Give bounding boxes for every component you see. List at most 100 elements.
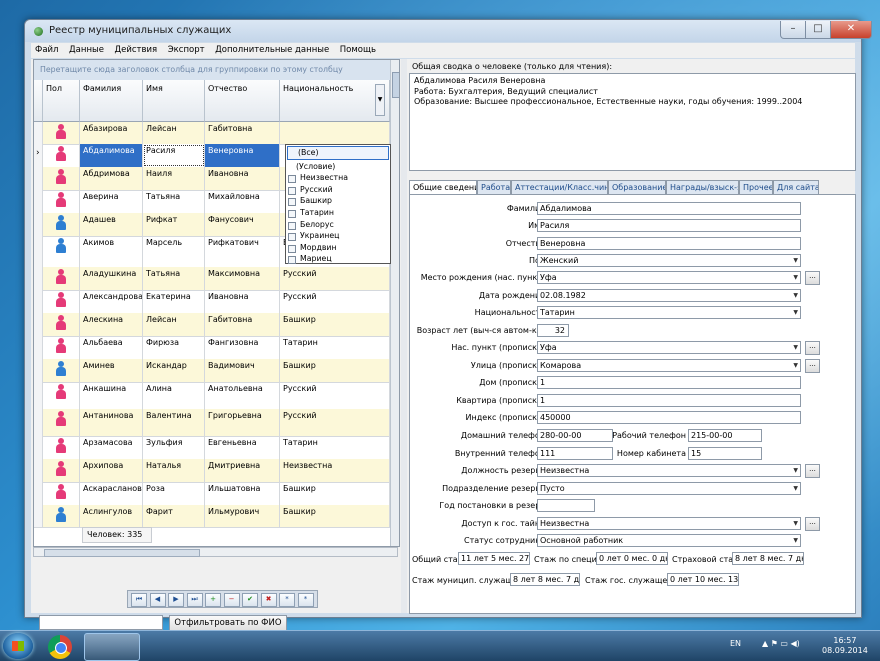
name-cell[interactable]: Лейсан xyxy=(143,313,205,336)
table-row[interactable]: Аслингулов Фарит Ильмурович Башкир xyxy=(34,505,390,528)
save-record-button[interactable]: ✔ xyxy=(242,593,258,607)
nationality-cell[interactable]: Русский xyxy=(280,267,390,290)
menu-additional-data[interactable]: Дополнительные данные xyxy=(211,43,333,58)
filter-option[interactable]: (Все) xyxy=(287,146,389,160)
tab-site[interactable]: Для сайта xyxy=(773,180,819,194)
gender-cell[interactable] xyxy=(43,382,80,409)
patronymic-cell[interactable]: Рифкатович xyxy=(205,236,280,267)
nationality-cell[interactable]: Башкир xyxy=(280,359,390,382)
fio-filter-input[interactable] xyxy=(39,615,163,630)
table-row[interactable]: Аскарасланова Роза Ильшатовна Башкир xyxy=(34,482,390,506)
grid-vertical-scrollbar[interactable] xyxy=(390,60,399,546)
filter-record-button[interactable]: * xyxy=(297,593,314,607)
name-cell[interactable]: Валентина xyxy=(143,409,205,436)
refresh-button[interactable]: * xyxy=(279,593,295,607)
filter-option[interactable]: Украинец xyxy=(286,230,390,242)
name-cell[interactable]: Лейсан xyxy=(143,122,205,144)
name-cell[interactable]: Расиля xyxy=(143,144,205,167)
surname-cell[interactable]: Акимов xyxy=(80,236,143,267)
nationality-cell[interactable]: Русский xyxy=(280,382,390,409)
clock[interactable]: 16:57 08.09.2014 xyxy=(822,636,868,656)
cancel-edit-button[interactable]: ✖ xyxy=(260,593,277,607)
gender-cell[interactable] xyxy=(43,359,80,382)
tab-general[interactable]: Общие сведения xyxy=(409,180,477,195)
name-cell[interactable]: Фирюза xyxy=(143,336,205,359)
gender-cell[interactable] xyxy=(43,144,80,167)
house-field[interactable]: 1 xyxy=(537,376,801,389)
birthdate-picker[interactable]: 02.08.1982 xyxy=(537,289,801,302)
surname-cell[interactable]: Аверина xyxy=(80,190,143,213)
last-record-button[interactable]: ⏭ xyxy=(186,593,203,607)
tab-attestations[interactable]: Аттестации/Класс.чины xyxy=(511,180,608,194)
surname-cell[interactable]: Адашев xyxy=(80,213,143,236)
name-cell[interactable]: Роза xyxy=(143,482,205,505)
nationality-cell[interactable]: Татарин xyxy=(280,436,390,459)
maximize-button[interactable]: □ xyxy=(805,21,831,39)
name-cell[interactable]: Екатерина xyxy=(143,290,205,313)
patronymic-cell[interactable]: Ильшатовна xyxy=(205,482,280,505)
delete-record-button[interactable]: − xyxy=(223,593,240,607)
close-button[interactable]: ✕ xyxy=(830,21,872,39)
gender-cell[interactable] xyxy=(43,167,80,190)
gender-cell[interactable] xyxy=(43,190,80,213)
work-phone-field[interactable]: 215-00-00 xyxy=(688,429,762,442)
name-cell[interactable]: Татьяна xyxy=(143,267,205,290)
grid-horizontal-scrollbar[interactable] xyxy=(33,547,398,557)
minimize-button[interactable]: – xyxy=(780,21,806,39)
name-field[interactable]: Расиля xyxy=(537,219,801,232)
filter-option[interactable]: Белорус xyxy=(286,219,390,231)
gender-select[interactable]: Женский xyxy=(537,254,801,267)
gender-cell[interactable] xyxy=(43,290,80,313)
menu-data[interactable]: Данные xyxy=(65,43,108,58)
nationality-select[interactable]: Татарин xyxy=(537,306,801,319)
first-record-button[interactable]: ⏮ xyxy=(131,593,147,607)
nationality-cell[interactable]: Башкир xyxy=(280,313,390,336)
name-cell[interactable]: Татьяна xyxy=(143,190,205,213)
surname-cell[interactable]: Анкашина xyxy=(80,382,143,409)
patronymic-cell[interactable]: Ивановна xyxy=(205,167,280,190)
patronymic-cell[interactable]: Максимовна xyxy=(205,267,280,290)
patronymic-cell[interactable]: Дмитриевна xyxy=(205,459,280,482)
name-cell[interactable]: Алина xyxy=(143,382,205,409)
taskbar-app-button[interactable] xyxy=(84,633,140,661)
flat-field[interactable]: 1 xyxy=(537,394,801,407)
next-record-button[interactable]: ▶ xyxy=(168,593,184,607)
menu-actions[interactable]: Действия xyxy=(110,43,161,58)
name-cell[interactable]: Фарит xyxy=(143,505,205,527)
filter-option[interactable]: Татарин xyxy=(286,207,390,219)
secret-access-select[interactable]: Неизвестна xyxy=(537,517,801,530)
tab-work[interactable]: Работа xyxy=(477,180,511,194)
column-header-name[interactable]: Имя xyxy=(143,80,205,122)
patronymic-cell[interactable]: Григорьевна xyxy=(205,409,280,436)
filter-option[interactable]: Мариец xyxy=(286,253,390,265)
patronymic-cell[interactable]: Габитовна xyxy=(205,313,280,336)
street-browse-button[interactable]: ... xyxy=(805,359,820,373)
surname-cell[interactable]: Абдримова xyxy=(80,167,143,190)
surname-cell[interactable]: Аладушкина xyxy=(80,267,143,290)
birthplace-select[interactable]: Уфа xyxy=(537,271,801,284)
reserve-year-field[interactable] xyxy=(537,499,595,512)
table-row[interactable]: Алескина Лейсан Габитовна Башкир xyxy=(34,313,390,337)
prev-page-button[interactable]: ◀ xyxy=(149,593,166,607)
name-cell[interactable]: Рифкат xyxy=(143,213,205,236)
patronymic-cell[interactable]: Вадимович xyxy=(205,359,280,382)
gender-cell[interactable] xyxy=(43,336,80,359)
surname-cell[interactable]: Алескина xyxy=(80,313,143,336)
patronymic-cell[interactable]: Анатольевна xyxy=(205,382,280,409)
scroll-thumb[interactable] xyxy=(392,72,399,98)
column-header-nationality[interactable]: Национальность ▼ xyxy=(280,80,390,122)
filter-option[interactable]: Русский xyxy=(286,184,390,196)
table-row[interactable]: Александрова Екатерина Ивановна Русский xyxy=(34,290,390,314)
add-record-button[interactable]: + xyxy=(205,593,221,607)
column-header-surname[interactable]: Фамилия xyxy=(80,80,143,122)
name-cell[interactable]: Наиля xyxy=(143,167,205,190)
language-indicator[interactable]: EN xyxy=(730,639,741,648)
surname-cell[interactable]: Аминев xyxy=(80,359,143,382)
surname-cell[interactable]: Абазирова xyxy=(80,122,143,144)
surname-cell[interactable]: Арзамасова xyxy=(80,436,143,459)
patronymic-cell[interactable]: Евгеньевна xyxy=(205,436,280,459)
name-cell[interactable]: Зульфия xyxy=(143,436,205,459)
patronymic-cell[interactable]: Фангизовна xyxy=(205,336,280,359)
nationality-cell[interactable]: Русский xyxy=(280,409,390,436)
title-bar[interactable]: Реестр муниципальных служащих – □ ✕ xyxy=(25,20,872,42)
